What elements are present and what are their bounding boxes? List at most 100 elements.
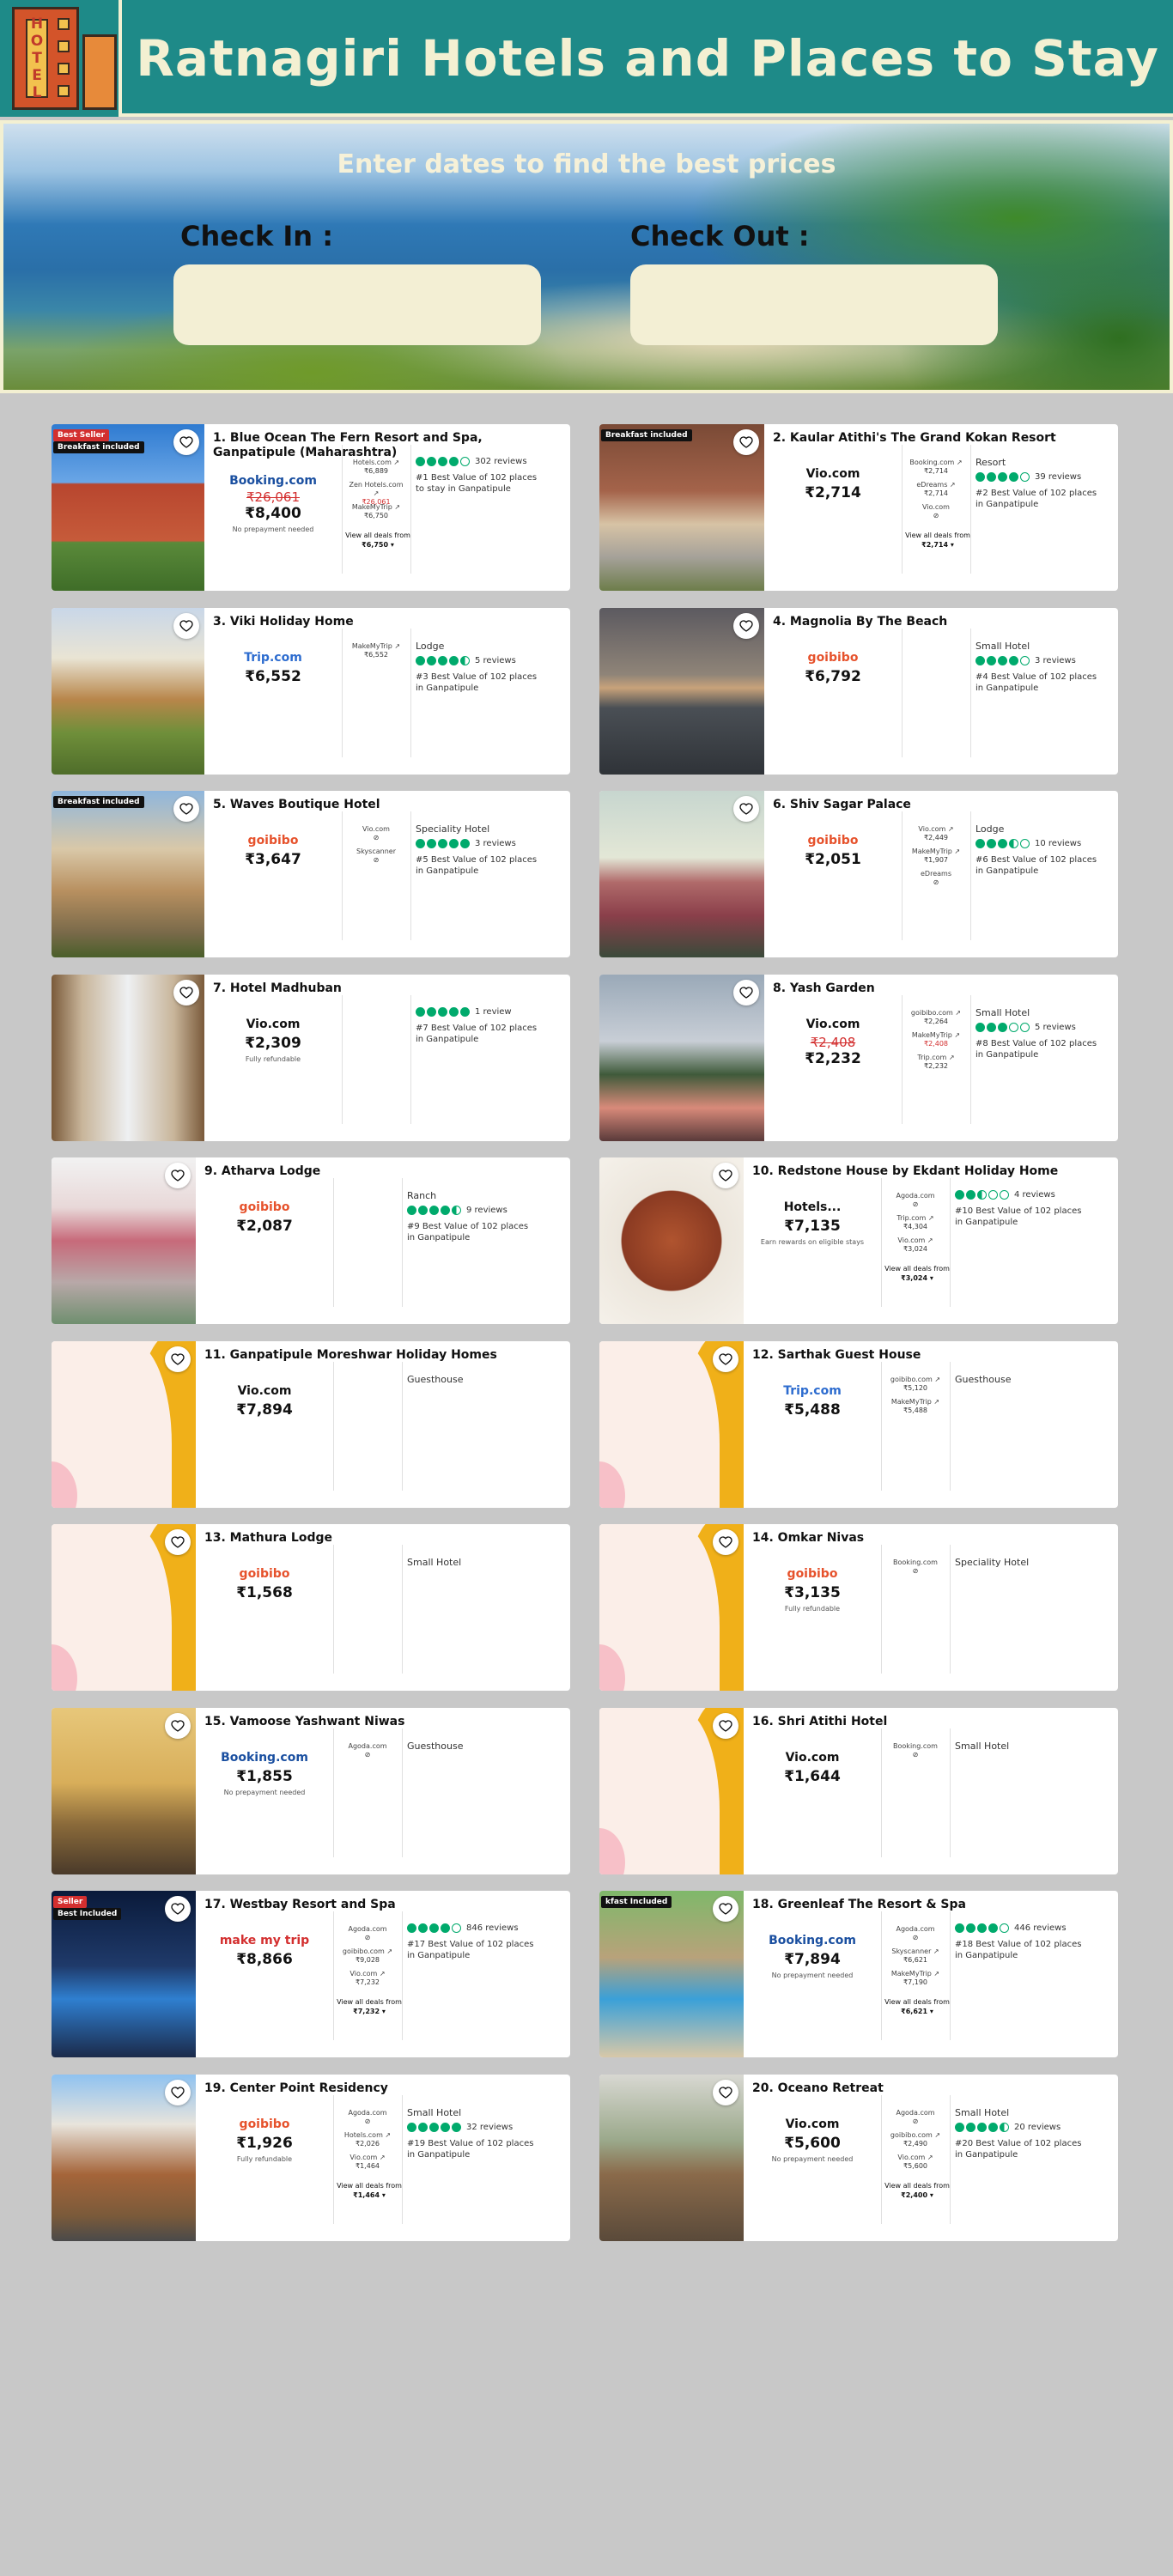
hotel-price[interactable]: ₹2,051 <box>781 851 884 868</box>
deal-link[interactable]: Trip.com ↗ ₹2,232 <box>905 1054 967 1071</box>
favorite-heart-icon[interactable] <box>165 1529 191 1555</box>
favorite-heart-icon[interactable] <box>173 429 199 455</box>
hotel-price[interactable]: ₹2,309 <box>222 1035 325 1052</box>
hotel-price[interactable]: ₹7,894 <box>761 1951 864 1968</box>
rating-bubbles[interactable]: 3 reviews <box>416 839 516 848</box>
hotel-price[interactable]: ₹6,552 <box>222 668 325 685</box>
review-count[interactable]: 4 reviews <box>1014 1190 1055 1200</box>
deal-link[interactable]: Vio.com ⊘ <box>905 503 967 520</box>
deal-link[interactable]: Vio.com ↗ ₹3,024 <box>884 1236 946 1254</box>
rating-bubbles[interactable]: 302 reviews <box>416 457 527 466</box>
hotel-card[interactable]: 19. Center Point Residency goibibo ₹1,926 F… <box>52 2074 570 2241</box>
view-all-deals-link[interactable]: View all deals from ₹3,024 ▾ <box>884 1264 950 1283</box>
deal-link[interactable]: MakeMyTrip ↗ ₹6,552 <box>345 642 407 659</box>
hotel-card[interactable]: Breakfast included 5. Waves Boutique Hote… <box>52 791 570 957</box>
provider-logo[interactable]: Trip.com <box>761 1384 864 1398</box>
deal-link[interactable]: Agoda.com ⊘ <box>337 1742 398 1759</box>
hotel-name[interactable]: 11. Ganpatipule Moreshwar Holiday Homes <box>204 1348 562 1363</box>
favorite-heart-icon[interactable] <box>165 2079 191 2105</box>
hotel-price[interactable]: ₹3,647 <box>222 851 325 868</box>
rating-bubbles[interactable]: 3 reviews <box>975 655 1076 665</box>
review-count[interactable]: 5 reviews <box>1035 1023 1076 1032</box>
hotel-name[interactable]: 17. Westbay Resort and Spa <box>204 1898 562 1912</box>
hotel-name[interactable]: 19. Center Point Residency <box>204 2081 562 2096</box>
hotel-name[interactable]: 10. Redstone House by Ekdant Holiday Hom… <box>752 1164 1109 1179</box>
favorite-heart-icon[interactable] <box>713 1163 738 1188</box>
view-all-deals-link[interactable]: View all deals from ₹6,621 ▾ <box>884 1997 950 2016</box>
hotel-name[interactable]: 13. Mathura Lodge <box>204 1531 562 1546</box>
hotel-name[interactable]: 20. Oceano Retreat <box>752 2081 1109 2096</box>
view-all-deals-link[interactable]: View all deals from ₹6,750 ▾ <box>345 531 410 550</box>
hotel-price[interactable]: ₹1,855 <box>213 1768 316 1785</box>
deal-link[interactable]: Vio.com ↗ ₹2,449 <box>905 825 967 842</box>
rating-bubbles[interactable]: 10 reviews <box>975 839 1081 848</box>
provider-logo[interactable]: goibibo <box>781 651 884 665</box>
review-count[interactable]: 3 reviews <box>1035 656 1076 665</box>
hotel-price[interactable]: ₹2,232 <box>781 1050 884 1067</box>
hotel-card[interactable]: 9. Atharva Lodge goibibo ₹2,087 Ranch 9 revi… <box>52 1157 570 1324</box>
rating-bubbles[interactable]: 5 reviews <box>975 1022 1076 1032</box>
provider-logo[interactable]: Vio.com <box>213 1384 316 1398</box>
review-count[interactable]: 20 reviews <box>1014 2123 1061 2132</box>
hotel-card[interactable]: kfast Included 18. Greenleaf The Resort &… <box>599 1891 1118 2057</box>
rating-bubbles[interactable]: 846 reviews <box>407 1923 519 1933</box>
hotel-name[interactable]: 14. Omkar Nivas <box>752 1531 1109 1546</box>
provider-logo[interactable]: goibibo <box>222 834 325 848</box>
deal-link[interactable]: Vio.com ↗ ₹1,464 <box>337 2154 398 2171</box>
provider-logo[interactable]: Vio.com <box>781 467 884 481</box>
rating-bubbles[interactable]: 20 reviews <box>955 2122 1061 2132</box>
hotel-name[interactable]: 9. Atharva Lodge <box>204 1164 562 1179</box>
hotel-price[interactable]: ₹1,644 <box>761 1768 864 1785</box>
favorite-heart-icon[interactable] <box>733 979 759 1005</box>
review-count[interactable]: 446 reviews <box>1014 1923 1067 1933</box>
hotel-name[interactable]: 1. Blue Ocean The Fern Resort and Spa, G… <box>213 431 562 460</box>
hotel-price[interactable]: ₹7,894 <box>213 1401 316 1419</box>
hotel-name[interactable]: 18. Greenleaf The Resort & Spa <box>752 1898 1109 1912</box>
deal-link[interactable]: Vio.com ⊘ <box>345 825 407 842</box>
deal-link[interactable]: Hotels.com ↗ ₹2,026 <box>337 2131 398 2148</box>
favorite-heart-icon[interactable] <box>173 796 199 822</box>
favorite-heart-icon[interactable] <box>165 1712 191 1739</box>
deal-link[interactable]: Trip.com ↗ ₹4,304 <box>884 1214 946 1231</box>
hotel-card[interactable]: Breakfast included 2. Kaular Atithi's The… <box>599 424 1118 591</box>
hotel-name[interactable]: 4. Magnolia By The Beach <box>773 615 1109 629</box>
provider-logo[interactable]: Vio.com <box>761 1751 864 1765</box>
provider-logo[interactable]: Booking.com <box>761 1934 864 1947</box>
provider-logo[interactable]: Hotels... <box>761 1200 864 1214</box>
deal-link[interactable]: Agoda.com ⊘ <box>884 1192 946 1209</box>
favorite-heart-icon[interactable] <box>165 1896 191 1922</box>
favorite-heart-icon[interactable] <box>713 2079 738 2105</box>
hotel-price[interactable]: ₹1,568 <box>213 1584 316 1601</box>
favorite-heart-icon[interactable] <box>733 429 759 455</box>
review-count[interactable]: 1 review <box>475 1007 512 1017</box>
provider-logo[interactable]: goibibo <box>213 1567 316 1581</box>
hotel-card[interactable]: 16. Shri Atithi Hotel Vio.com ₹1,644 Bookin… <box>599 1707 1118 1874</box>
deal-link[interactable]: MakeMyTrip ↗ ₹7,190 <box>884 1970 946 1987</box>
deal-link[interactable]: MakeMyTrip ↗ ₹5,488 <box>884 1398 946 1415</box>
hotel-price[interactable]: ₹7,135 <box>761 1218 864 1235</box>
hotel-card[interactable]: 11. Ganpatipule Moreshwar Holiday Homes V… <box>52 1340 570 1508</box>
provider-logo[interactable]: goibibo <box>761 1567 864 1581</box>
hotel-card[interactable]: 3. Viki Holiday Home Trip.com ₹6,552 MakeMy… <box>52 607 570 775</box>
hotel-price[interactable]: ₹2,714 <box>781 484 884 501</box>
hotel-card[interactable]: 15. Vamoose Yashwant Niwas Booking.com ₹1,… <box>52 1707 570 1874</box>
rating-bubbles[interactable]: 1 review <box>416 1006 512 1017</box>
hotel-card[interactable]: 13. Mathura Lodge goibibo ₹1,568 Small Hote… <box>52 1524 570 1691</box>
hotel-price[interactable]: ₹1,926 <box>213 2135 316 2152</box>
hotel-name[interactable]: 3. Viki Holiday Home <box>213 615 562 629</box>
deal-link[interactable]: goibibo.com ↗ ₹5,120 <box>884 1376 946 1393</box>
deal-link[interactable]: Agoda.com ⊘ <box>884 2109 946 2126</box>
check-in-input[interactable] <box>173 264 541 345</box>
deal-link[interactable]: Vio.com ↗ ₹5,600 <box>884 2154 946 2171</box>
rating-bubbles[interactable]: 32 reviews <box>407 2122 513 2132</box>
deal-link[interactable]: MakeMyTrip ↗ ₹2,408 <box>905 1031 967 1048</box>
deal-link[interactable]: eDreams ↗ ₹2,714 <box>905 481 967 498</box>
deal-link[interactable]: Booking.com ⊘ <box>884 1558 946 1576</box>
deal-link[interactable]: MakeMyTrip ↗ ₹6,750 <box>345 503 407 520</box>
provider-logo[interactable]: goibibo <box>213 1200 316 1214</box>
view-all-deals-link[interactable]: View all deals from ₹2,400 ▾ <box>884 2181 950 2200</box>
deal-link[interactable]: goibibo.com ↗ ₹2,264 <box>905 1009 967 1026</box>
deal-link[interactable]: Skyscanner ⊘ <box>345 848 407 865</box>
provider-logo[interactable]: Booking.com <box>213 1751 316 1765</box>
review-count[interactable]: 302 reviews <box>475 457 527 466</box>
